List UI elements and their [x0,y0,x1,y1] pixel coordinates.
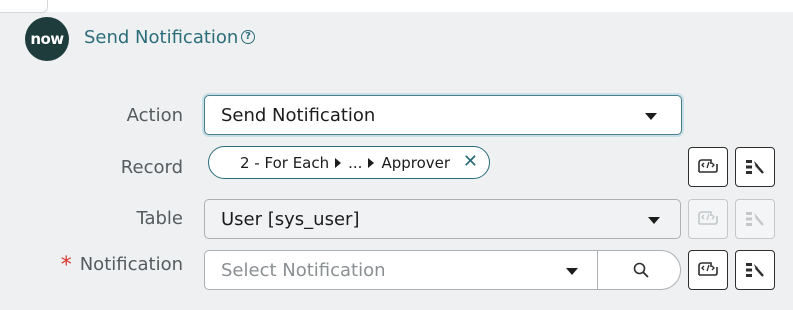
caret-right-icon [335,157,342,168]
notification-script-button[interactable] [688,250,728,290]
data-pill-picker-icon [746,263,764,277]
action-label: Action [126,105,183,126]
record-data-pill-picker-button[interactable] [735,147,775,187]
action-select[interactable]: Send Notification [204,95,682,135]
data-pill-picker-icon [746,212,764,226]
search-icon[interactable] [633,262,649,278]
record-script-button[interactable] [688,147,728,187]
caret-right-icon [368,157,375,168]
record-label: Record [120,157,183,178]
required-marker: * [60,253,72,278]
notification-label-text: Notification [79,254,183,275]
notification-data-pill-picker-button[interactable] [735,250,775,290]
step-title[interactable]: Send Notification [84,27,238,48]
servicenow-logo: now [25,17,69,61]
pill-segment-1: 2 - For Each [240,153,330,172]
record-data-pill[interactable]: 2 - For Each ... Approver ✕ [208,146,490,179]
table-select-value: User [sys_user] [221,208,360,230]
top-strip [0,0,793,12]
table-data-pill-picker-button[interactable] [735,199,775,239]
table-label: Table [136,208,183,229]
chevron-down-icon [645,113,657,120]
chevron-down-icon [648,217,660,224]
table-script-button[interactable] [688,199,728,239]
previous-step-tab[interactable] [0,0,48,13]
logo-text: now [30,30,64,48]
pill-segment-2: ... [348,153,363,172]
notification-label: * Notification [0,251,183,278]
action-select-value: Send Notification [221,104,376,126]
script-icon [698,211,718,225]
chevron-down-icon [566,268,578,275]
notification-reference-field[interactable]: Select Notification [204,250,681,290]
divider [597,251,598,289]
help-circle-icon[interactable]: ? [241,30,255,44]
pill-segment-3: Approver [381,153,451,172]
close-icon[interactable]: ✕ [463,152,478,172]
table-select[interactable]: User [sys_user] [204,199,681,239]
notification-placeholder: Select Notification [221,259,386,281]
script-icon [698,262,718,276]
script-icon [698,159,718,173]
data-pill-picker-icon [746,160,764,174]
